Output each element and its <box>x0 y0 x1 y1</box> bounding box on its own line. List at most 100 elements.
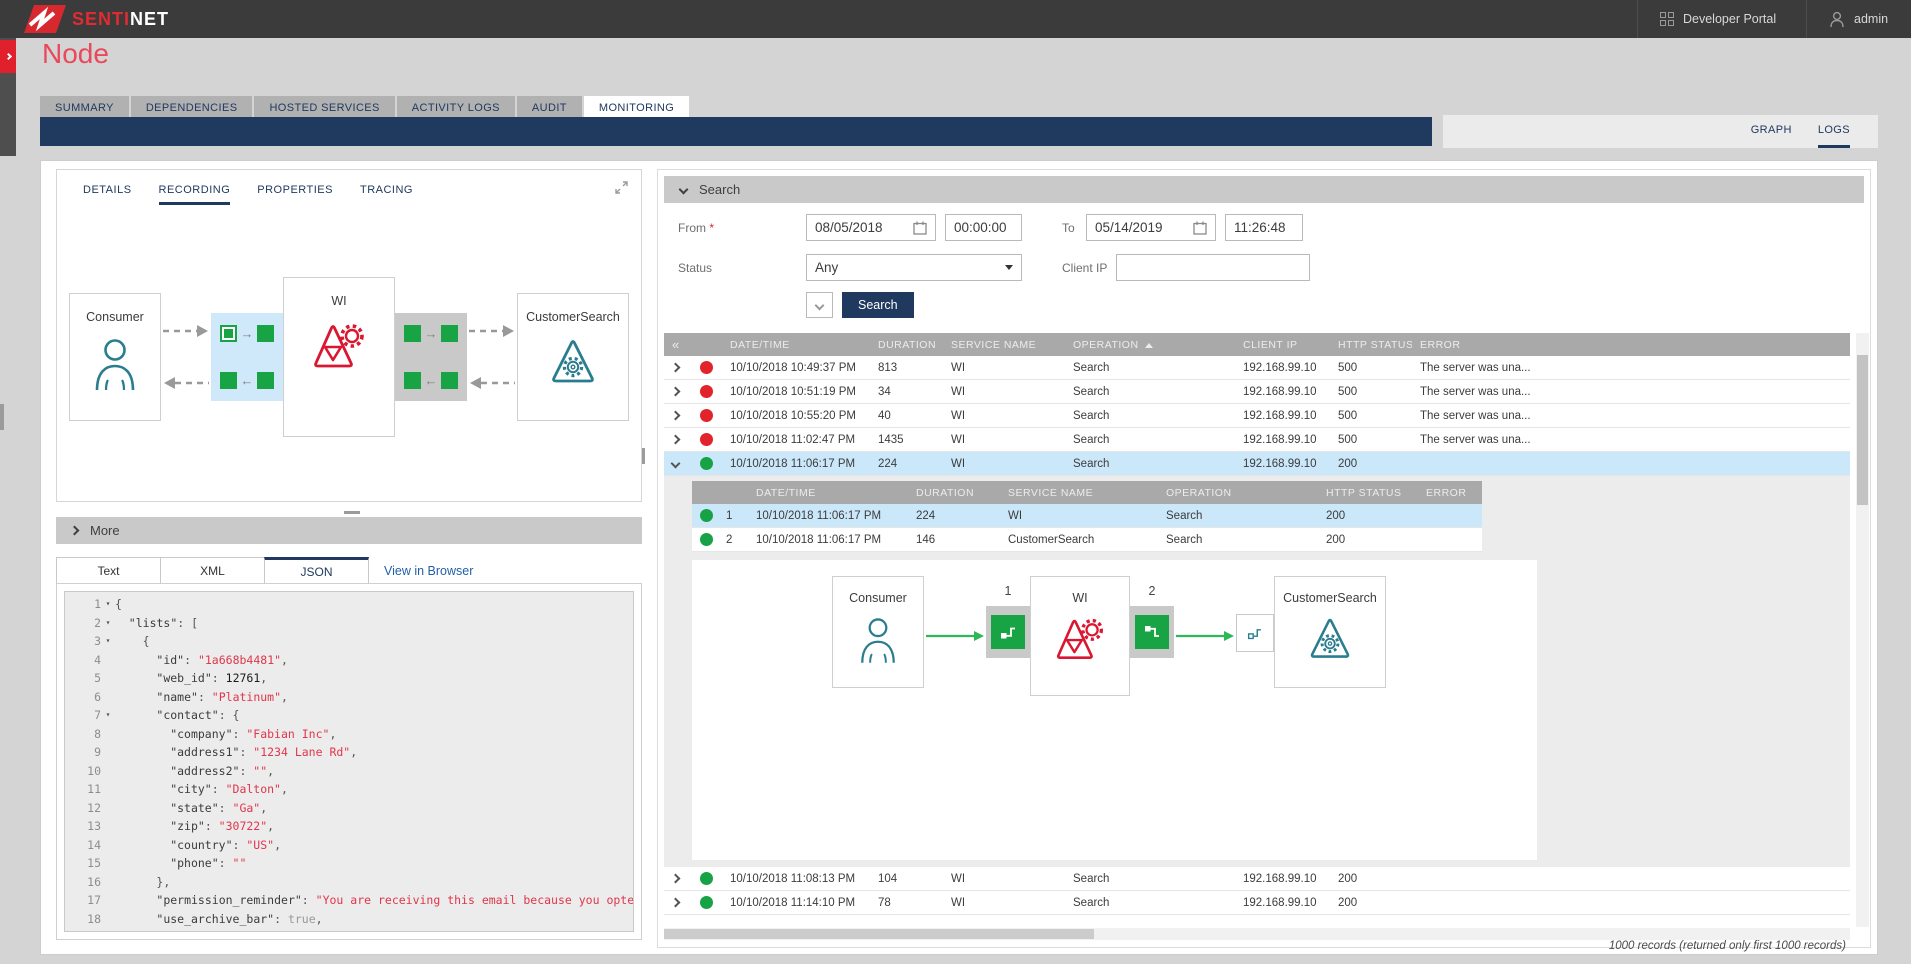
column-header-date-time[interactable]: DATE/TIME <box>722 339 870 351</box>
scrollbar-thumb[interactable] <box>1857 355 1868 505</box>
diagram-node-consumer[interactable]: Consumer <box>832 576 924 688</box>
column-header-service-name[interactable]: SERVICE NAME <box>1000 487 1158 499</box>
results-horizontal-scrollbar[interactable] <box>664 928 1850 940</box>
search-button[interactable]: Search <box>842 292 914 318</box>
column-header-client-ip[interactable]: CLIENT IP <box>1235 339 1330 351</box>
rec-tab-recording[interactable]: RECORDING <box>159 184 231 205</box>
column-header-error[interactable]: ERROR <box>1418 487 1482 499</box>
cell-duration: 1435 <box>870 434 943 446</box>
column-header-http-status[interactable]: HTTP STATUS <box>1318 487 1418 499</box>
code-line: 17"permission_reminder": "You are receiv… <box>65 891 633 910</box>
row-expander[interactable] <box>664 434 692 446</box>
rec-tab-tracing[interactable]: TRACING <box>360 184 413 205</box>
rec-tab-details[interactable]: DETAILS <box>83 184 132 205</box>
calendar-icon[interactable] <box>913 221 927 235</box>
payload-tab-xml[interactable]: XML <box>160 557 265 584</box>
diagram-node-consumer[interactable]: Consumer <box>69 293 161 421</box>
message-step-icon <box>1245 623 1265 643</box>
code-line: 3▾{ <box>65 632 633 651</box>
cell-datetime: 10/10/2018 10:55:20 PM <box>722 410 870 422</box>
column-header-duration[interactable]: DURATION <box>908 487 1000 499</box>
table-row[interactable]: 10/10/2018 11:06:17 PM224WISearch192.168… <box>664 452 1850 476</box>
client-ip-input[interactable] <box>1116 254 1310 281</box>
cell-error: The server was una... <box>1412 386 1850 398</box>
payload-tab-json[interactable]: JSON <box>264 557 369 584</box>
expand-panel-icon[interactable] <box>614 180 629 200</box>
line-number: 18 <box>65 910 101 929</box>
column-header-http-status[interactable]: HTTP STATUS <box>1330 339 1412 351</box>
diagram-node-backend[interactable]: CustomerSearch <box>517 293 629 421</box>
code-line: 7▾"contact": { <box>65 706 633 725</box>
collapse-all-button[interactable]: « <box>664 337 692 352</box>
calendar-icon[interactable] <box>1193 221 1207 235</box>
detail-row[interactable]: 110/10/2018 11:06:17 PM224WISearch200 <box>692 504 1482 528</box>
table-row[interactable]: 10/10/2018 10:51:19 PM34WISearch192.168.… <box>664 380 1850 404</box>
column-header-operation[interactable]: OPERATION <box>1065 339 1235 351</box>
backend-endpoint-box[interactable] <box>1236 614 1274 652</box>
payload-tab-text[interactable]: Text <box>56 557 161 584</box>
view-in-browser-link[interactable]: View in Browser <box>384 564 473 578</box>
status-select[interactable]: Any <box>806 254 1022 281</box>
chevron-down-icon <box>815 300 825 310</box>
sentinet-logo[interactable]: SENTINET <box>22 3 169 35</box>
hop-2-block[interactable]: 2 <box>1130 606 1174 658</box>
row-expander[interactable] <box>664 362 692 374</box>
more-section-toggle[interactable]: More <box>56 517 642 544</box>
diagram-node-service[interactable]: WI <box>1030 576 1130 696</box>
to-date-input[interactable]: 05/14/2019 <box>1086 214 1216 241</box>
logs-panel: Search From * 08/05/2018 00:00:00 To 05/… <box>657 169 1871 948</box>
table-row[interactable]: 10/10/2018 10:55:20 PM40WISearch192.168.… <box>664 404 1850 428</box>
sidebar-expand-tab[interactable] <box>0 40 16 73</box>
left-scrollbar-thumb[interactable] <box>0 404 4 430</box>
code-text: "lists": [ <box>129 614 198 633</box>
diagram-node-backend[interactable]: CustomerSearch <box>1274 576 1386 688</box>
column-header-duration[interactable]: DURATION <box>870 339 943 351</box>
dropdown-caret-icon <box>1005 265 1013 270</box>
resize-handle-vertical[interactable] <box>642 448 645 464</box>
from-date-input[interactable]: 08/05/2018 <box>806 214 936 241</box>
results-vertical-scrollbar[interactable] <box>1856 333 1869 927</box>
row-expander[interactable] <box>664 410 692 422</box>
line-number: 16 <box>65 873 101 892</box>
fold-toggle-icon[interactable]: ▾ <box>101 632 115 651</box>
column-header-service-name[interactable]: SERVICE NAME <box>943 339 1065 351</box>
row-expander[interactable] <box>664 873 692 885</box>
view-tab-graph[interactable]: GRAPH <box>1751 115 1792 148</box>
hop-1-block[interactable]: 1 <box>986 606 1030 658</box>
scrollbar-thumb[interactable] <box>664 929 1094 939</box>
message-square <box>257 372 274 389</box>
cell-http-status: 200 <box>1318 510 1418 522</box>
detail-row[interactable]: 210/10/2018 11:06:17 PM146CustomerSearch… <box>692 528 1482 552</box>
diagram-node-service[interactable]: WI <box>283 277 395 437</box>
inbound-endpoint-block[interactable]: → ← <box>211 313 283 401</box>
row-expander[interactable] <box>664 458 692 470</box>
row-expander[interactable] <box>664 897 692 909</box>
developer-portal-link[interactable]: Developer Portal <box>1660 0 1776 38</box>
row-expander[interactable] <box>664 386 692 398</box>
fold-spacer <box>101 688 115 707</box>
from-time-input[interactable]: 00:00:00 <box>945 214 1022 241</box>
code-line: 13"zip": "30722", <box>65 817 633 836</box>
search-section-toggle[interactable]: Search <box>664 176 1864 203</box>
outbound-endpoint-block[interactable]: → ← <box>395 313 467 401</box>
user-menu[interactable]: admin <box>1829 0 1888 38</box>
fold-toggle-icon[interactable]: ▾ <box>101 595 115 614</box>
table-row[interactable]: 10/10/2018 11:14:10 PM78WISearch192.168.… <box>664 891 1850 915</box>
column-header-error[interactable]: ERROR <box>1412 339 1850 351</box>
results-grid-header: « DATE/TIMEDURATIONSERVICE NAMEOPERATIONC… <box>664 333 1850 356</box>
more-filters-dropdown[interactable] <box>806 292 833 318</box>
json-code-area[interactable]: 1▾{2▾"lists": [3▾{4"id": "1a668b4481",5"… <box>64 591 634 932</box>
rec-tab-properties[interactable]: PROPERTIES <box>257 184 333 205</box>
fold-toggle-icon[interactable]: ▾ <box>101 706 115 725</box>
view-tab-logs[interactable]: LOGS <box>1818 115 1850 148</box>
table-row[interactable]: 10/10/2018 10:49:37 PM813WISearch192.168… <box>664 356 1850 380</box>
fold-toggle-icon[interactable]: ▾ <box>101 614 115 633</box>
resize-handle-horizontal[interactable] <box>344 511 360 514</box>
column-header-operation[interactable]: OPERATION <box>1158 487 1318 499</box>
chevron-right-icon <box>70 526 80 536</box>
to-time-input[interactable]: 11:26:48 <box>1225 214 1303 241</box>
column-header-date-time[interactable]: DATE/TIME <box>748 487 908 499</box>
table-row[interactable]: 10/10/2018 11:02:47 PM1435WISearch192.16… <box>664 428 1850 452</box>
table-row[interactable]: 10/10/2018 11:08:13 PM104WISearch192.168… <box>664 867 1850 891</box>
line-number: 8 <box>65 725 101 744</box>
